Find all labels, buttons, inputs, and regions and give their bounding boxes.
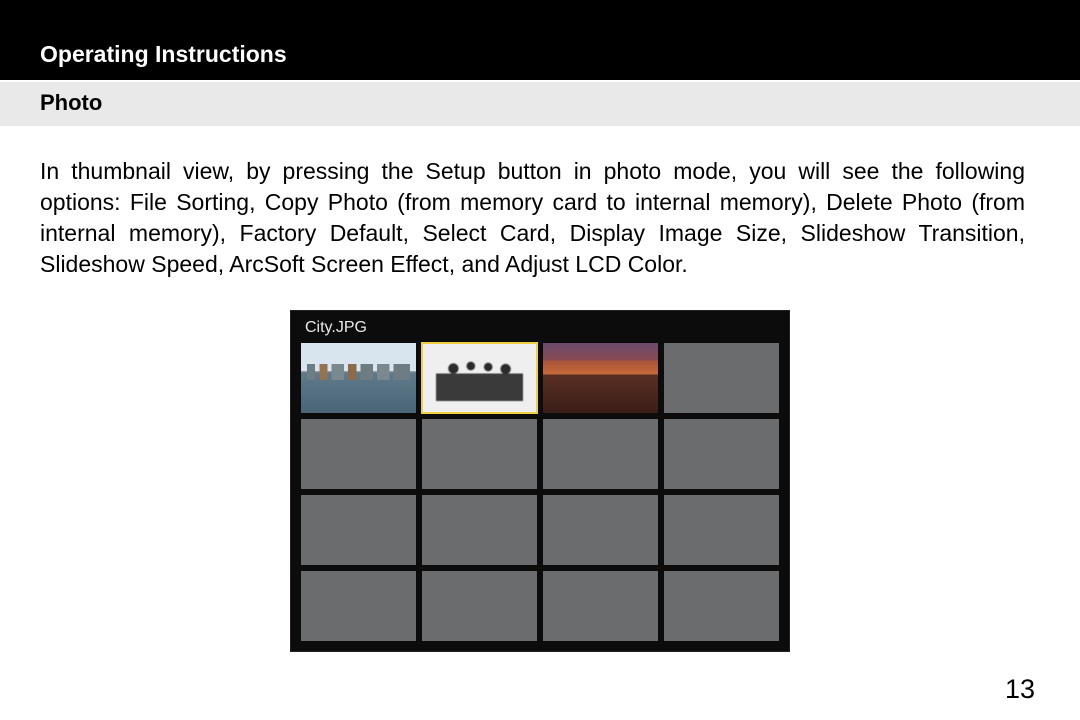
current-filename: City.JPG	[301, 317, 779, 343]
thumbnail-cell[interactable]	[422, 419, 537, 489]
header-band: Operating Instructions	[0, 0, 1080, 80]
thumbnail-cell[interactable]	[422, 343, 537, 413]
thumbnail-cell[interactable]	[422, 571, 537, 641]
thumbnail-cell[interactable]	[543, 343, 658, 413]
header-title: Operating Instructions	[40, 41, 287, 68]
thumbnail-cell[interactable]	[543, 571, 658, 641]
thumbnail-cell[interactable]	[664, 571, 779, 641]
section-title: Photo	[40, 90, 102, 115]
page-number: 13	[1005, 674, 1035, 705]
thumbnail-cell[interactable]	[543, 419, 658, 489]
figure-wrap: City.JPG	[0, 310, 1080, 652]
thumbnail-cell[interactable]	[301, 419, 416, 489]
thumbnail-grid	[301, 343, 779, 641]
thumbnail-cell[interactable]	[664, 495, 779, 565]
thumbnail-cell[interactable]	[664, 343, 779, 413]
thumbnail-cell[interactable]	[301, 495, 416, 565]
thumbnail-cell[interactable]	[301, 571, 416, 641]
section-band: Photo	[0, 80, 1080, 126]
thumbnail-cell[interactable]	[422, 495, 537, 565]
photo-frame-screenshot: City.JPG	[290, 310, 790, 652]
body-paragraph: In thumbnail view, by pressing the Setup…	[0, 126, 1080, 280]
thumbnail-cell[interactable]	[664, 419, 779, 489]
thumbnail-cell[interactable]	[301, 343, 416, 413]
thumbnail-cell[interactable]	[543, 495, 658, 565]
